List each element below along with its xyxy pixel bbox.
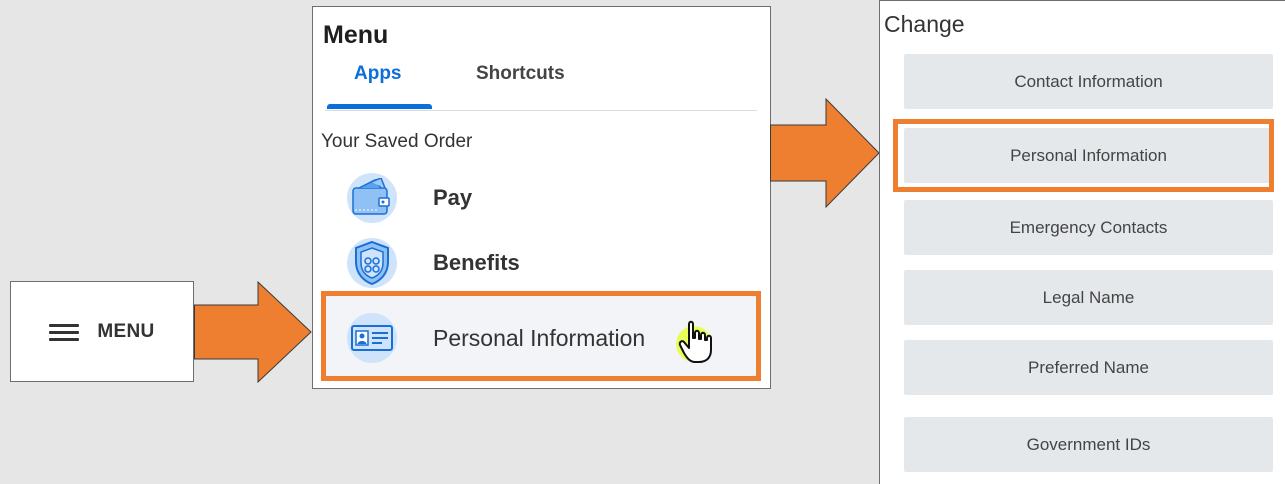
- personal-information-button-highlight: [893, 119, 1274, 192]
- app-benefits[interactable]: Benefits: [347, 235, 520, 291]
- arrow-right-icon: [194, 281, 312, 383]
- arrow-right-icon: [770, 98, 880, 208]
- tab-apps[interactable]: Apps: [354, 63, 402, 85]
- menu-button-label: MENU: [97, 320, 155, 342]
- hand-cursor-icon: [676, 320, 712, 363]
- menu-button[interactable]: MENU: [10, 281, 194, 382]
- legal-name-button[interactable]: Legal Name: [904, 270, 1273, 325]
- app-pay-label: Pay: [433, 185, 473, 210]
- preferred-name-button[interactable]: Preferred Name: [904, 340, 1273, 395]
- menu-panel: Menu Apps Shortcuts Your Saved Order Pay: [312, 6, 771, 389]
- app-personal-information-label: Personal Information: [433, 324, 646, 351]
- contact-information-button[interactable]: Contact Information: [904, 54, 1273, 109]
- change-title: Change: [884, 11, 965, 37]
- tab-shortcuts[interactable]: Shortcuts: [476, 63, 565, 85]
- id-card-icon: [347, 313, 397, 363]
- emergency-contacts-button[interactable]: Emergency Contacts: [904, 200, 1273, 255]
- government-ids-button[interactable]: Government IDs: [904, 417, 1273, 472]
- app-benefits-label: Benefits: [433, 250, 520, 275]
- app-personal-information[interactable]: Personal Information: [347, 310, 645, 366]
- app-pay[interactable]: Pay: [347, 170, 472, 226]
- active-tab-indicator: [327, 104, 432, 109]
- shield-icon: [347, 238, 397, 288]
- saved-order-label: Your Saved Order: [321, 131, 473, 152]
- tab-divider: [325, 110, 757, 111]
- hamburger-icon: [49, 322, 80, 342]
- wallet-icon: [347, 173, 397, 223]
- menu-title: Menu: [323, 21, 389, 49]
- change-panel: Change Contact Information Personal Info…: [879, 0, 1285, 484]
